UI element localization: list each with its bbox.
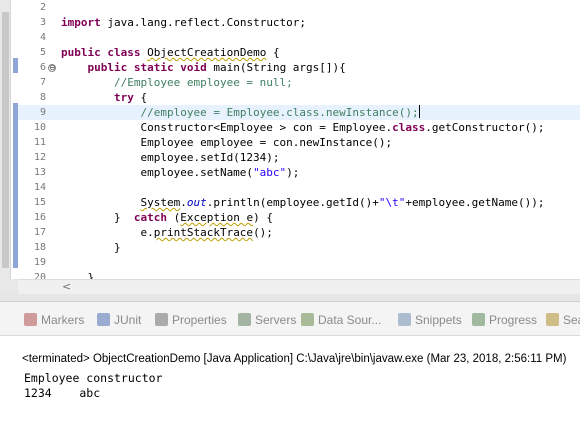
panel-sash[interactable] [0,294,580,302]
code-text[interactable]: public class ObjectCreationDemo { [61,45,280,60]
line-number: 7 [39,77,46,88]
tab-snippets[interactable]: Snippets [398,311,462,329]
code-text[interactable]: employee.setName("abc"); [61,165,299,180]
tab-label: Progress [489,313,538,327]
code-text[interactable]: Constructor<Employee > con = Employee.cl… [61,120,544,135]
fold-collapse-icon[interactable]: ⊖ [48,64,56,72]
console-line: 1234 abc [24,386,101,400]
line-number: 15 [33,197,46,208]
line-number: 10 [33,122,46,133]
console-line: Employee constructor [24,371,163,385]
code-line[interactable]: 8 try { [18,90,580,105]
quick-diff-ruler [11,0,18,279]
line-number: 9 [39,107,46,118]
code-line[interactable]: 3 import java.lang.reflect.Constructor; [18,15,580,30]
code-line[interactable]: 10 Constructor<Employee > con = Employee… [18,120,580,135]
tab-properties[interactable]: Properties [155,311,227,329]
line-number: 3 [39,17,46,28]
tab-servers[interactable]: Servers [238,311,296,329]
code-text[interactable]: //employee = Employee.class.newInstance(… [61,105,420,120]
tab-junit[interactable]: JUnit [97,311,141,329]
scrollbar-thumb[interactable] [2,12,9,268]
code-text[interactable]: } [61,240,121,255]
line-number: 14 [33,182,46,193]
code-line[interactable]: 19 [18,255,580,270]
tab-data-source[interactable]: Data Sour... [301,311,381,329]
code-line[interactable]: 2 [18,0,580,15]
views-tab-bar: Markers JUnit Properties Servers Data Sour..… [0,302,580,336]
tab-label: Data Sour... [318,313,382,327]
code-line[interactable]: 17 e.printStackTrace(); [18,225,580,240]
line-number: 19 [33,257,46,268]
line-number: 5 [39,47,46,58]
tab-progress[interactable]: Progress [472,311,537,329]
tab-markers[interactable]: Markers [24,311,84,329]
markers-icon [24,313,37,326]
code-text[interactable]: try { [61,90,147,105]
code-line[interactable]: 12 employee.setId(1234); [18,150,580,165]
console-title: <terminated> ObjectCreationDemo [Java Ap… [22,353,567,365]
tab-label: Properties [172,313,227,327]
code-line[interactable]: 14 [18,180,580,195]
code-text[interactable]: } [61,270,94,279]
code-text[interactable]: System.out.println(employee.getId()+"\t"… [61,195,544,210]
code-text[interactable]: //Employee employee = null; [61,75,293,90]
console-view[interactable]: <terminated> ObjectCreationDemo [Java Ap… [0,337,580,445]
line-number: 20 [33,272,46,279]
console-output[interactable]: Employee constructor 1234 abc [24,371,162,401]
code-line[interactable]: 20 } [18,270,580,279]
properties-icon [155,313,168,326]
code-line[interactable]: 13 employee.setName("abc"); [18,165,580,180]
progress-icon [472,313,485,326]
code-text[interactable]: import java.lang.reflect.Constructor; [61,15,306,30]
code-line[interactable]: 6 ⊖ public static void main(String args[]… [18,60,580,75]
line-number: 18 [33,242,46,253]
code-line[interactable]: 18 } [18,240,580,255]
code-editor[interactable]: 2 3 import java.lang.reflect.Constructor; 4… [0,0,580,279]
code-line[interactable]: 11 Employee employee = con.newInstance()… [18,135,580,150]
tab-search[interactable]: Sea [546,311,580,329]
editor-horizontal-scrollbar[interactable]: < [18,279,580,294]
search-icon [546,313,559,326]
code-text[interactable]: employee.setId(1234); [61,150,279,165]
servers-icon [238,313,251,326]
code-text[interactable]: public static void main(String args[]){ [61,60,346,75]
code-line[interactable]: 5 public class ObjectCreationDemo { [18,45,580,60]
code-line[interactable]: 15 System.out.println(employee.getId()+"… [18,195,580,210]
code-text[interactable]: } catch (Exception e) { [61,210,273,225]
scroll-left-arrow-icon[interactable]: < [62,280,71,294]
line-number: 6 [39,62,46,73]
scroll-corner [0,279,18,294]
tab-label: Servers [255,313,297,327]
line-number: 17 [33,227,46,238]
snippets-icon [398,313,411,326]
code-text[interactable]: e.printStackTrace(); [61,225,272,240]
code-line[interactable]: 16 } catch (Exception e) { [18,210,580,225]
junit-icon [97,313,110,326]
code-line[interactable]: 7 //Employee employee = null; [18,75,580,90]
code-line[interactable]: 4 [18,30,580,45]
line-number: 13 [33,167,46,178]
line-number: 4 [39,32,46,43]
line-number: 12 [33,152,46,163]
line-number: 2 [39,2,46,13]
line-number: 11 [33,137,46,148]
line-number: 16 [33,212,46,223]
code-line[interactable]: 9 //employee = Employee.class.newInstanc… [18,105,580,120]
code-text[interactable]: Employee employee = con.newInstance(); [61,135,392,150]
line-number: 8 [39,92,46,103]
editor-vertical-scrollbar[interactable] [0,0,11,279]
tab-label: Markers [41,313,85,327]
tab-label: Snippets [415,313,462,327]
tab-label: Sea [563,313,580,327]
data-source-icon [301,313,314,326]
tab-label: JUnit [114,313,142,327]
